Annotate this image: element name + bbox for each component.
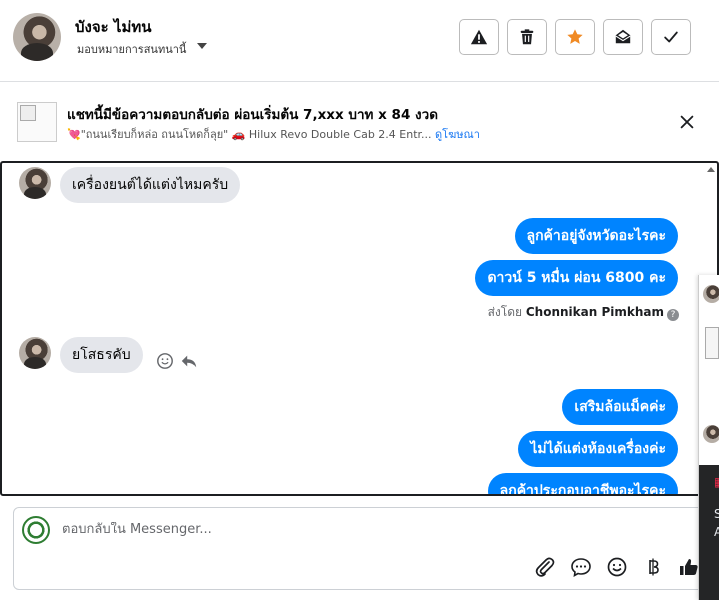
- ad-subtitle-text: 💘"ถนนเรียบก็หล่อ ถนนโหดก็ลุย" 🚗 Hilux Re…: [67, 128, 432, 141]
- customer-name[interactable]: บังจะ ไม่ทน: [75, 15, 152, 39]
- outgoing-message: ไม่ได้แต่งห้องเครื่องค่ะ: [518, 431, 678, 467]
- outgoing-message: ลูกค้าประกอบอาชีพอะไรคะ: [487, 473, 678, 494]
- overlay-avatar: [703, 285, 719, 303]
- assign-conversation-label[interactable]: มอบหมายการสนทนานี้: [77, 40, 186, 58]
- page-avatar: [22, 516, 50, 544]
- customer-avatar-small: [19, 337, 51, 369]
- ad-subtitle: 💘"ถนนเรียบก็หล่อ ถนนโหดก็ลุย" 🚗 Hilux Re…: [67, 125, 480, 143]
- delete-button[interactable]: [507, 19, 547, 55]
- reply-icon[interactable]: [180, 352, 198, 370]
- check-icon: [664, 31, 678, 43]
- view-ad-link[interactable]: ดูโฆษณา: [435, 128, 480, 141]
- side-panel-overlay[interactable]: ▦ S A: [698, 275, 719, 600]
- report-spam-button[interactable]: [459, 19, 499, 55]
- star-button[interactable]: [555, 19, 595, 55]
- overlay-avatar: [703, 425, 719, 443]
- warning-icon: [470, 29, 488, 45]
- sent-by-label: ส่งโดย Chonnikan Pimkham?: [488, 303, 679, 322]
- trash-icon: [520, 29, 534, 45]
- saved-replies-icon[interactable]: [570, 556, 592, 578]
- incoming-message: ยโสธรคับ: [60, 337, 143, 373]
- emoji-react-icon[interactable]: [156, 352, 174, 370]
- mark-unread-button[interactable]: [603, 19, 643, 55]
- envelope-open-icon: [615, 29, 631, 44]
- mark-done-button[interactable]: [651, 19, 691, 55]
- ad-banner: แชทนี้มีข้อความตอบกลับต่อ ผ่อนเริ่มต้น 7…: [0, 83, 719, 161]
- attachment-icon[interactable]: [534, 556, 556, 578]
- customer-avatar-small: [19, 167, 51, 199]
- message-thread[interactable]: เครื่องยนต์ได้แต่งไหมครับ ลูกค้าอยู่จังห…: [0, 161, 719, 496]
- thumbs-up-icon[interactable]: [678, 556, 700, 578]
- sent-by-prefix: ส่งโดย: [487, 305, 523, 319]
- incoming-message: เครื่องยนต์ได้แต่งไหมครับ: [60, 167, 241, 203]
- scroll-up-arrow-icon[interactable]: [707, 167, 715, 172]
- reply-input[interactable]: [62, 522, 662, 537]
- reply-composer: [13, 507, 719, 590]
- close-icon[interactable]: [678, 113, 696, 131]
- overlay-text-line-2: A: [714, 525, 719, 539]
- overlay-thumbnail: [705, 327, 719, 359]
- dark-notification-panel[interactable]: ▦ S A: [699, 465, 719, 600]
- star-icon: [567, 29, 583, 44]
- help-icon[interactable]: ?: [667, 309, 679, 321]
- customer-avatar[interactable]: [13, 13, 61, 61]
- chevron-down-icon[interactable]: [197, 43, 207, 49]
- outgoing-message: ดาวน์ 5 หมื่น ผ่อน 6800 คะ: [475, 260, 678, 296]
- sent-by-agent: Chonnikan Pimkham: [525, 305, 664, 319]
- outgoing-message: เสริมล้อแม็คค่ะ: [562, 389, 678, 425]
- outgoing-message: ลูกค้าอยู่จังหวัดอะไรคะ: [514, 218, 678, 254]
- baht-payment-icon[interactable]: [642, 556, 664, 578]
- ad-thumbnail-image[interactable]: [17, 102, 57, 142]
- conversation-header: บังจะ ไม่ทน มอบหมายการสนทนานี้: [0, 0, 719, 82]
- emoji-icon[interactable]: [606, 556, 628, 578]
- ad-title: แชทนี้มีข้อความตอบกลับต่อ ผ่อนเริ่มต้น 7…: [67, 107, 438, 123]
- overlay-text-line-1: S: [714, 507, 719, 521]
- calendar-icon: ▦: [714, 475, 719, 489]
